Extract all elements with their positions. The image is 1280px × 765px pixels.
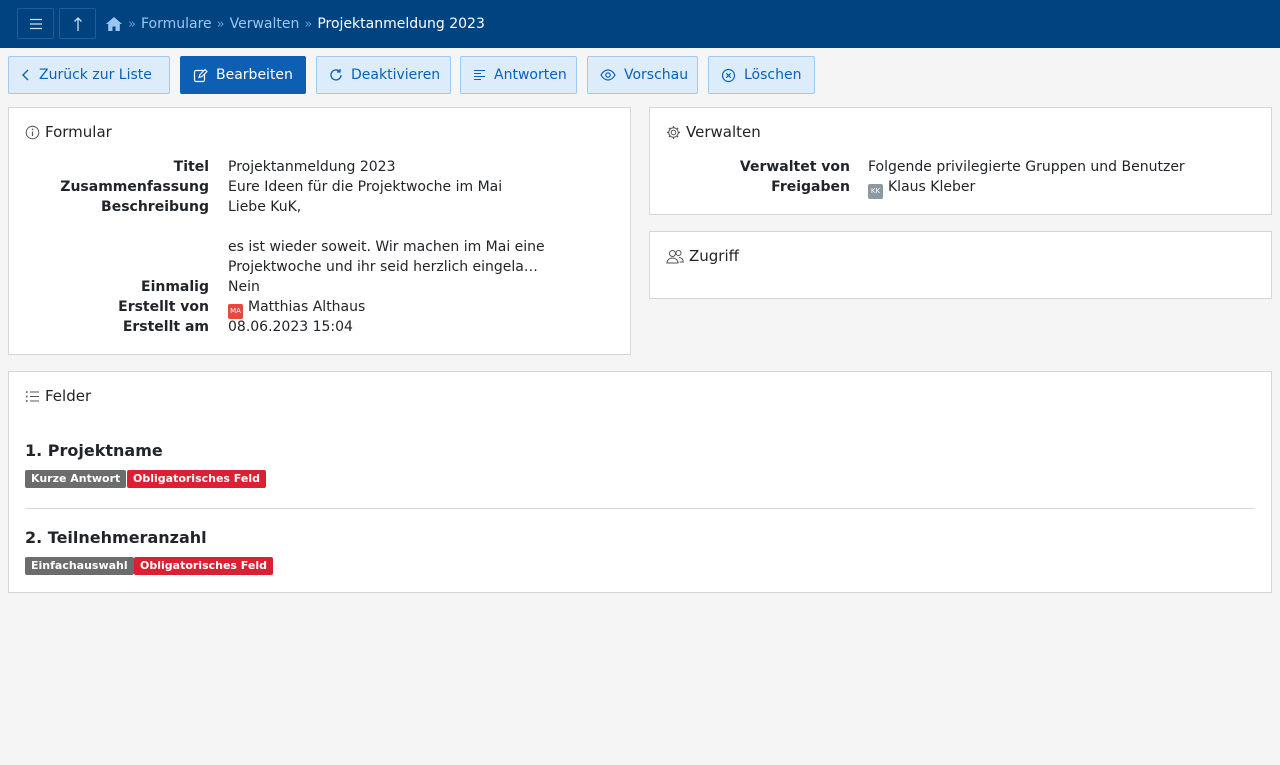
access-card-title: Zugriff	[689, 247, 739, 265]
menu-button[interactable]	[17, 8, 54, 39]
avatar: KK	[868, 184, 883, 199]
close-circle-icon	[721, 68, 736, 82]
form-card-title: Formular	[45, 123, 112, 141]
preview-label: Vorschau	[624, 67, 689, 83]
arrow-up-icon	[73, 16, 82, 31]
created-at-value: 08.06.2023 15:04	[228, 319, 353, 335]
fields-card-title: Felder	[45, 387, 92, 405]
breadcrumb-formulare[interactable]: Formulare	[141, 16, 212, 32]
breadcrumb-separator: »	[216, 16, 225, 32]
breadcrumb-separator: »	[304, 16, 313, 32]
once-label: Einmalig	[141, 279, 209, 295]
title-label: Titel	[173, 159, 209, 175]
chevron-left-icon	[22, 69, 29, 81]
description-line-1: Liebe KuK,	[228, 199, 302, 215]
home-link[interactable]	[105, 16, 123, 32]
home-icon	[106, 17, 122, 31]
form-row-description: Beschreibung Liebe KuK, es ist wieder so…	[9, 197, 629, 277]
field-type-badge: Einfachauswahl	[25, 557, 134, 575]
answers-label: Antworten	[494, 67, 567, 83]
description-line-2: es ist wieder soweit. Wir machen im Mai …	[228, 239, 545, 255]
fields-card: Felder 1. Projektname Kurze Antwort Obli…	[8, 371, 1272, 593]
created-by-value[interactable]: MA Matthias Althaus	[228, 297, 365, 319]
delete-button[interactable]: Löschen	[708, 56, 815, 94]
preview-button[interactable]: Vorschau	[587, 56, 698, 94]
edit-label: Bearbeiten	[216, 67, 293, 83]
required-badge: Obligatorisches Feld	[134, 557, 273, 575]
deactivate-button[interactable]: Deaktivieren	[316, 56, 451, 94]
shares-label: Freigaben	[771, 179, 850, 195]
field-2-title: 2. Teilnehmeranzahl	[25, 528, 207, 547]
required-badge: Obligatorisches Feld	[127, 470, 266, 488]
managed-by-label: Verwaltet von	[739, 159, 850, 175]
info-icon	[25, 125, 40, 139]
deactivate-label: Deaktivieren	[351, 67, 441, 83]
managed-by-value: Folgende privilegierte Gruppen und Benut…	[868, 159, 1185, 175]
manage-card-header: Verwalten	[666, 123, 761, 141]
eye-icon	[600, 69, 616, 81]
manage-card-title: Verwalten	[686, 123, 761, 141]
field-type-badge: Kurze Antwort	[25, 470, 127, 488]
breadcrumb: » Formulare » Verwalten » Projektanmeldu…	[105, 14, 485, 34]
access-card-header: Zugriff	[666, 247, 739, 265]
once-value: Nein	[228, 279, 260, 295]
shares-value[interactable]: KK Klaus Kleber	[868, 177, 975, 199]
summary-label: Zusammenfassung	[60, 179, 209, 195]
access-card: Zugriff	[649, 231, 1272, 299]
users-icon	[666, 249, 684, 263]
delete-label: Löschen	[744, 67, 802, 83]
summary-value: Eure Ideen für die Projektwoche im Mai	[228, 179, 503, 195]
breadcrumb-verwalten[interactable]: Verwalten	[230, 16, 300, 32]
description-line-3: Projektwoche und ihr seid herzlich einge…	[228, 259, 538, 275]
form-card-header: Formular	[25, 123, 112, 141]
breadcrumb-separator: »	[128, 16, 136, 32]
list-icon	[26, 390, 39, 402]
fields-card-header: Felder	[25, 387, 91, 405]
back-to-list-label: Zurück zur Liste	[39, 67, 152, 83]
answers-button[interactable]: Antworten	[460, 56, 577, 94]
edit-icon	[193, 68, 208, 82]
created-by-label: Erstellt von	[118, 299, 209, 315]
gear-icon	[667, 125, 680, 139]
align-left-icon	[474, 69, 485, 81]
created-by-name: Matthias Althaus	[248, 299, 366, 315]
field-1-title: 1. Projektname	[25, 441, 163, 460]
field-divider	[25, 508, 1255, 509]
description-label: Beschreibung	[101, 199, 209, 215]
refresh-icon	[330, 69, 342, 81]
edit-button[interactable]: Bearbeiten	[180, 56, 306, 94]
shares-name: Klaus Kleber	[888, 179, 976, 195]
form-card: Formular Titel Projektanmeldung 2023 Zus…	[8, 107, 631, 355]
breadcrumb-current: Projektanmeldung 2023	[317, 16, 485, 32]
title-value: Projektanmeldung 2023	[228, 159, 396, 175]
up-level-button[interactable]	[59, 8, 96, 39]
manage-card: Verwalten Verwaltet von Folgende privile…	[649, 107, 1272, 215]
created-at-label: Erstellt am	[122, 319, 209, 335]
menu-icon	[29, 18, 42, 29]
top-bar: » Formulare » Verwalten » Projektanmeldu…	[0, 0, 1280, 48]
back-to-list-button[interactable]: Zurück zur Liste	[8, 56, 170, 94]
